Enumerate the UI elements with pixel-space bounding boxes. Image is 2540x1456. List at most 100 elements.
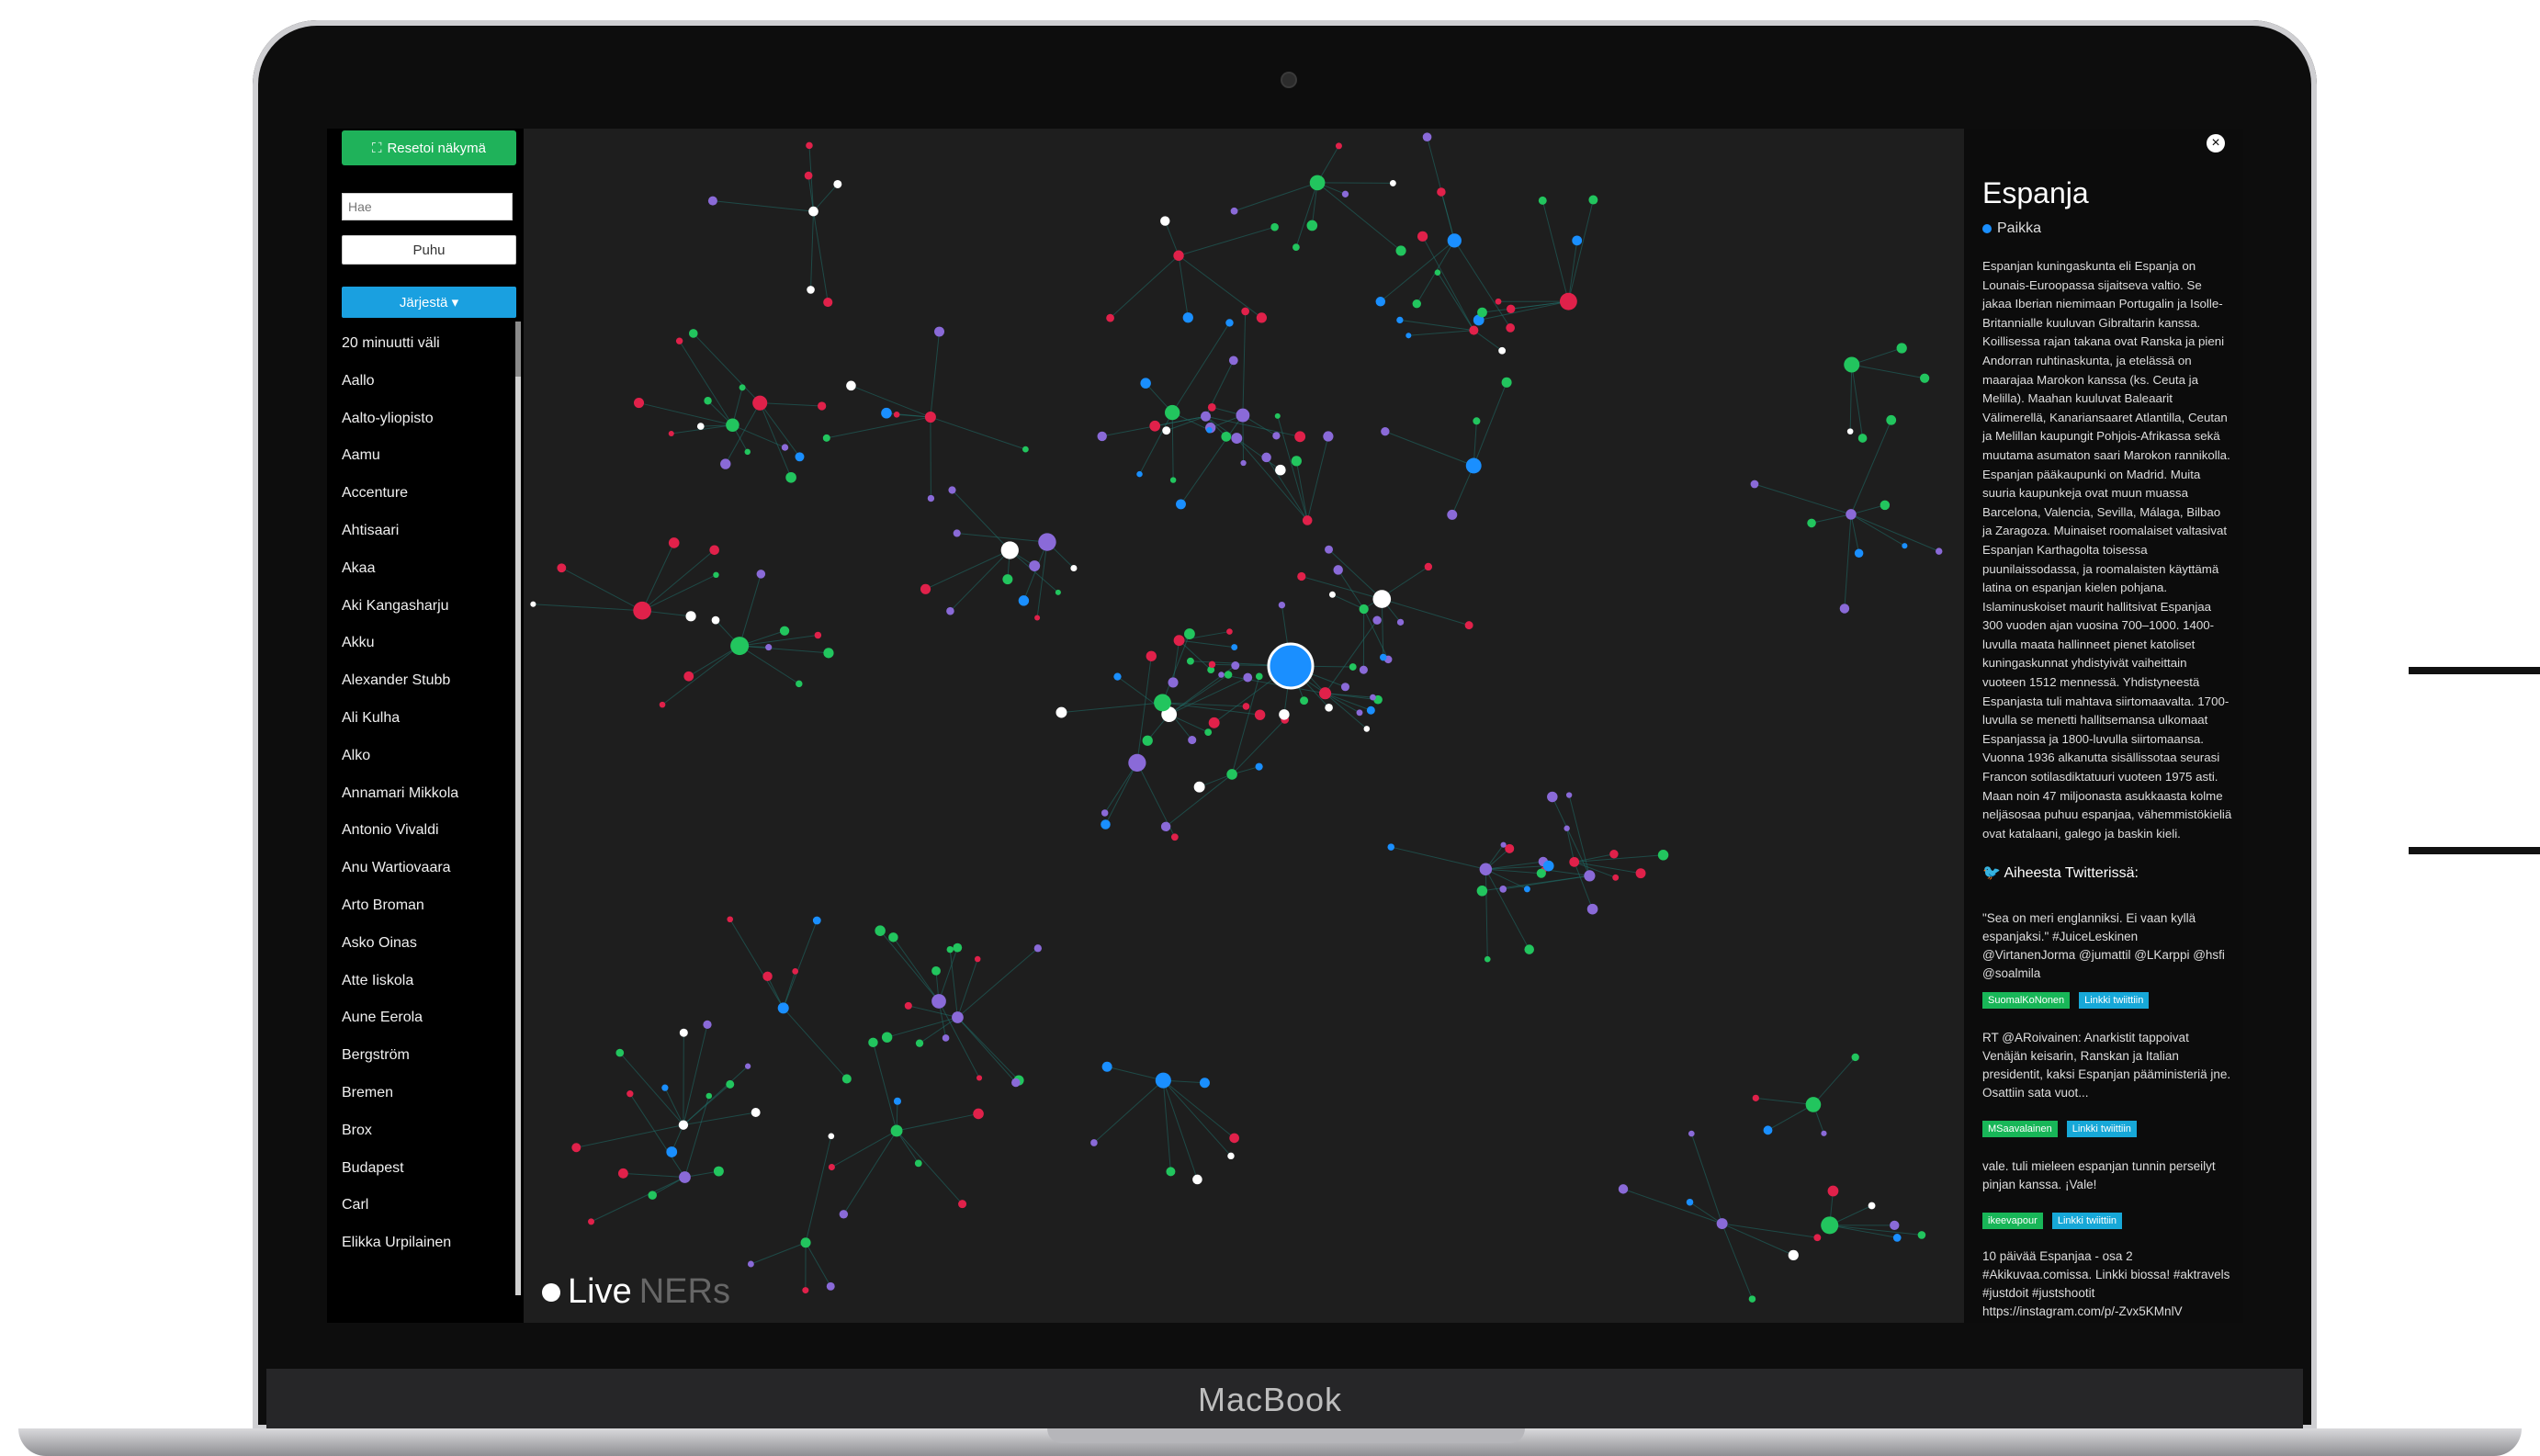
graph-node[interactable] (1417, 231, 1428, 242)
graph-hub-node[interactable] (730, 637, 750, 656)
graph-node[interactable] (904, 1001, 912, 1010)
graph-node[interactable] (1524, 944, 1534, 954)
graph-node[interactable] (1101, 1061, 1112, 1072)
graph-node[interactable] (1495, 298, 1502, 305)
graph-hub-node[interactable] (1359, 604, 1369, 615)
graph-hub-node[interactable] (1569, 856, 1580, 867)
graph-node[interactable] (666, 1146, 678, 1157)
graph-node[interactable] (727, 916, 734, 923)
graph-node[interactable] (1113, 672, 1122, 681)
graph-hub-node[interactable] (931, 994, 946, 1009)
graph-hub-node[interactable] (1201, 411, 1212, 422)
graph-node[interactable] (1464, 621, 1473, 630)
graph-node[interactable] (976, 1075, 983, 1081)
network-graph[interactable]: Live NERs (524, 129, 1964, 1323)
graph-node[interactable] (881, 1032, 893, 1043)
graph-hub-node[interactable] (1309, 175, 1326, 191)
graph-node[interactable] (1588, 195, 1598, 205)
graph-node[interactable] (1366, 705, 1375, 715)
graph-node[interactable] (739, 384, 746, 391)
entity-list-item[interactable]: Anu Wartiovaara (342, 857, 516, 895)
graph-hub-node[interactable] (1447, 233, 1462, 248)
graph-node[interactable] (1090, 1139, 1098, 1146)
graph-node[interactable] (1572, 235, 1583, 246)
graph-hub-node[interactable] (1000, 541, 1019, 559)
graph-node[interactable] (1300, 696, 1309, 705)
graph-node[interactable] (1207, 402, 1216, 412)
graph-node[interactable] (1208, 717, 1220, 728)
graph-node[interactable] (818, 401, 827, 411)
entity-list-item[interactable]: Atte Iiskola (342, 970, 516, 1008)
graph-node[interactable] (1868, 1202, 1876, 1210)
graph-canvas[interactable] (524, 129, 1964, 1323)
graph-node[interactable] (828, 1133, 835, 1140)
graph-node[interactable] (1547, 791, 1558, 803)
graph-node[interactable] (1349, 663, 1357, 671)
graph-node[interactable] (1291, 456, 1302, 467)
graph-node[interactable] (1484, 955, 1491, 963)
graph-hub-node[interactable] (1038, 533, 1056, 551)
graph-hub-node[interactable] (777, 1002, 789, 1014)
graph-node[interactable] (1748, 1295, 1756, 1303)
graph-node[interactable] (1688, 1130, 1695, 1137)
graph-node[interactable] (1750, 480, 1759, 489)
graph-hub-node[interactable] (726, 418, 739, 433)
entity-list-item[interactable]: Aalto-yliopisto (342, 408, 516, 446)
graph-node[interactable] (744, 1063, 751, 1069)
graph-node[interactable] (927, 494, 935, 502)
graph-node[interactable] (1372, 615, 1382, 625)
graph-nodes[interactable] (530, 132, 1943, 1303)
graph-node[interactable] (1255, 762, 1263, 771)
graph-hub-node[interactable] (1372, 590, 1392, 608)
graph-node[interactable] (1501, 377, 1512, 388)
graph-node[interactable] (802, 1287, 809, 1294)
graph-node[interactable] (1851, 1053, 1859, 1062)
graph-node[interactable] (765, 644, 773, 651)
graph-hub-node[interactable] (1846, 509, 1857, 520)
entity-list-scrollbar[interactable] (515, 322, 521, 1295)
graph-hub-node[interactable] (1844, 356, 1860, 373)
graph-node[interactable] (881, 407, 892, 419)
graph-node[interactable] (946, 945, 954, 954)
graph-node[interactable] (688, 329, 698, 338)
graph-node[interactable] (792, 968, 799, 975)
entity-list-item[interactable]: Arto Broman (342, 895, 516, 932)
graph-node[interactable] (1821, 1130, 1827, 1136)
graph-node[interactable] (1254, 709, 1266, 720)
graph-hub-node[interactable] (1173, 250, 1184, 261)
graph-node[interactable] (1224, 671, 1233, 679)
graph-hub-node[interactable] (1154, 694, 1171, 712)
graph-node[interactable] (1476, 886, 1488, 897)
entity-list-item[interactable]: Alko (342, 745, 516, 783)
graph-node[interactable] (823, 648, 834, 659)
graph-node[interactable] (1218, 672, 1225, 678)
graph-node[interactable] (974, 955, 981, 963)
graph-hub-node[interactable] (808, 206, 818, 217)
graph-node[interactable] (633, 398, 645, 409)
graph-node[interactable] (1101, 819, 1111, 830)
graph-node[interactable] (1807, 518, 1816, 528)
graph-node[interactable] (796, 680, 803, 688)
graph-node[interactable] (1011, 1078, 1021, 1088)
graph-hub-node[interactable] (924, 412, 936, 423)
graph-node[interactable] (914, 1159, 922, 1168)
graph-hub-node[interactable] (1155, 1072, 1171, 1089)
graph-node[interactable] (839, 1210, 849, 1219)
graph-node[interactable] (1506, 323, 1516, 333)
graph-node[interactable] (888, 932, 898, 942)
graph-node[interactable] (1242, 703, 1250, 710)
graph-node[interactable] (1192, 1174, 1202, 1185)
graph-node[interactable] (1168, 677, 1179, 688)
graph-node[interactable] (1890, 1220, 1900, 1231)
graph-node[interactable] (713, 571, 719, 579)
graph-node[interactable] (1182, 312, 1193, 323)
graph-node[interactable] (675, 337, 683, 344)
graph-node[interactable] (779, 626, 790, 636)
graph-node[interactable] (1498, 346, 1507, 355)
graph-node[interactable] (1565, 792, 1573, 798)
entity-list-item[interactable]: Aki Kangasharju (342, 595, 516, 633)
entity-list-item[interactable]: Aallo (342, 370, 516, 408)
graph-node[interactable] (1396, 618, 1405, 626)
graph-node[interactable] (1917, 1231, 1926, 1239)
graph-node[interactable] (1387, 843, 1394, 851)
